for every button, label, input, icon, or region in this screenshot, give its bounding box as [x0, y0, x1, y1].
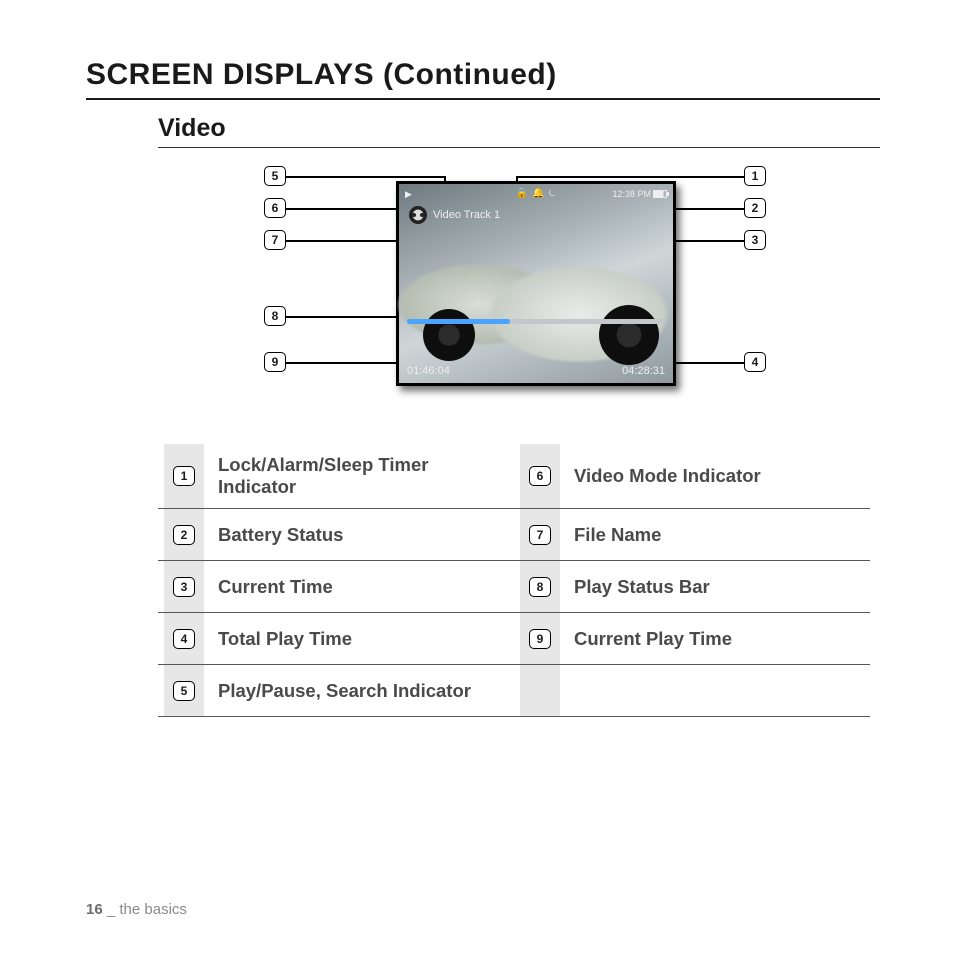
legend-num: 8 [529, 577, 551, 597]
legend-row: 4 Total Play Time [158, 613, 514, 665]
play-status-bar [407, 319, 665, 324]
screen-diagram: 5 6 7 8 9 1 2 3 4 ▶ 🔒 🔔 [86, 166, 880, 416]
callout-3: 3 [744, 230, 766, 250]
callout-4: 4 [744, 352, 766, 372]
filename-row: Video Track 1 [399, 206, 673, 224]
page-footer: 16 _ the basics [86, 901, 187, 918]
video-frame-illustration [423, 309, 475, 361]
legend-label: Current Time [218, 576, 333, 598]
legend-num: 2 [173, 525, 195, 545]
legend-num: 6 [529, 466, 551, 486]
play-progress [407, 319, 510, 324]
legend-label: Lock/Alarm/Sleep Timer Indicator [218, 454, 504, 498]
callout-7: 7 [264, 230, 286, 250]
legend-label: Current Play Time [574, 628, 732, 650]
legend-label: Play/Pause, Search Indicator [218, 680, 471, 702]
legend-num: 1 [173, 466, 195, 486]
legend-row: 5 Play/Pause, Search Indicator [158, 665, 514, 717]
legend-row: 3 Current Time [158, 561, 514, 613]
callout-6: 6 [264, 198, 286, 218]
legend-num: 7 [529, 525, 551, 545]
legend-label: Total Play Time [218, 628, 352, 650]
alarm-icon: 🔔 [532, 189, 544, 199]
callout-5: 5 [264, 166, 286, 186]
legend-row: 6 Video Mode Indicator [514, 444, 870, 509]
sleep-icon: ⏾ [548, 189, 556, 199]
legend-num: 5 [173, 681, 195, 701]
battery-icon [653, 190, 667, 198]
legend-table: 1 Lock/Alarm/Sleep Timer Indicator 6 Video… [158, 444, 870, 717]
section-title: Video [158, 114, 880, 148]
legend-label: Video Mode Indicator [574, 465, 761, 487]
current-play-time: 01:46:04 [407, 365, 450, 377]
video-screen: ▶ 🔒 🔔 ⏾ 12:38 PM Video Track 1 0 [396, 181, 676, 386]
legend-num: 3 [173, 577, 195, 597]
legend-row: 8 Play Status Bar [514, 561, 870, 613]
callout-8: 8 [264, 306, 286, 326]
legend-num: 9 [529, 629, 551, 649]
legend-label: File Name [574, 524, 661, 546]
legend-label: Play Status Bar [574, 576, 710, 598]
legend-row: 2 Battery Status [158, 509, 514, 561]
legend-row: 1 Lock/Alarm/Sleep Timer Indicator [158, 444, 514, 509]
page-title: SCREEN DISPLAYS (Continued) [86, 58, 880, 100]
legend-row: 9 Current Play Time [514, 613, 870, 665]
callout-1: 1 [744, 166, 766, 186]
callout-9: 9 [264, 352, 286, 372]
manual-page: SCREEN DISPLAYS (Continued) Video 5 6 7 … [0, 0, 954, 717]
video-frame-illustration [599, 305, 659, 365]
lock-icon: 🔒 [516, 189, 528, 199]
video-mode-icon [409, 206, 427, 224]
file-name: Video Track 1 [433, 209, 500, 221]
legend-row: 7 File Name [514, 509, 870, 561]
total-play-time: 04:28:31 [622, 365, 665, 377]
footer-section: the basics [119, 901, 187, 918]
legend-num: 4 [173, 629, 195, 649]
screen-top-bar: ▶ 🔒 🔔 ⏾ 12:38 PM [399, 184, 673, 204]
callout-2: 2 [744, 198, 766, 218]
page-number: 16 [86, 901, 103, 918]
legend-label: Battery Status [218, 524, 343, 546]
legend-row [514, 665, 870, 717]
